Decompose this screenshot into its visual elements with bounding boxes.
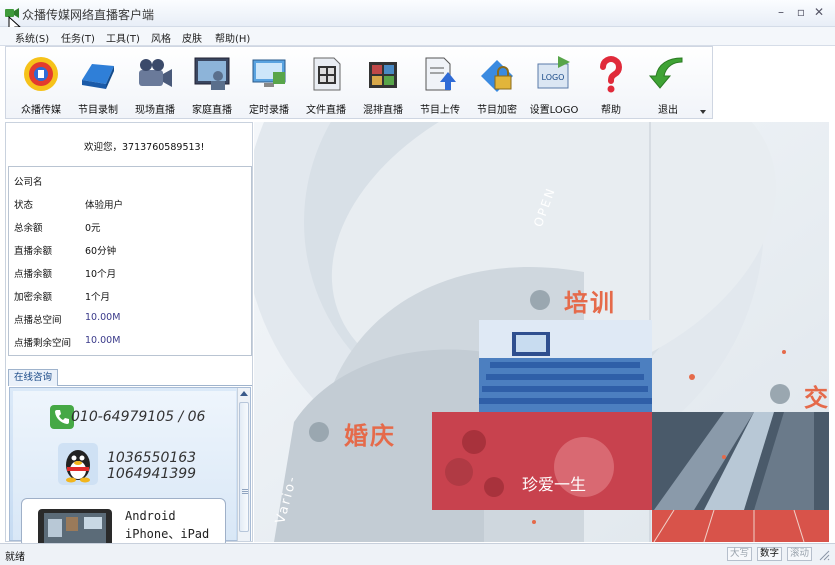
lock-icon [481,60,513,92]
consult-qq-1: 1036550163 [107,450,197,466]
toolbar-home-live-button[interactable]: 家庭直播 [183,47,241,119]
toolbar-label: 节目加密 [477,105,517,116]
resize-grip-icon[interactable] [818,549,830,561]
consult-qq-2: 1064941399 [107,466,197,482]
device-android-text: Android [125,509,176,523]
info-value-vod-balance: 10个月 [85,269,117,280]
logo-setting-icon: LOGO [537,56,570,89]
info-value-vod-total-space: 10.00M [85,312,121,323]
maximize-button[interactable]: ▫ [793,5,809,19]
main-toolbar: 众播传媒 节目录制 现场直播 家庭直播 定时录播 文件直播 混排直播 节目上传 … [5,46,713,119]
consult-scrollbar[interactable] [237,388,250,541]
status-num: 数字 [757,547,783,561]
device-ios-text: iPhone、iPad [125,527,210,541]
toolbar-label: 众播传媒 [21,105,61,116]
broadcast-logo-icon [24,57,58,91]
toolbar-help-button[interactable]: 帮助 [582,47,640,119]
status-text: 就绪 [5,552,25,563]
close-button[interactable]: ✕ [811,5,827,19]
toolbar-label: 定时录播 [249,105,289,116]
toolbar-label: 文件直播 [306,105,346,116]
promo-banner: 珍爱一生 培训 婚庆 交 OPEN Vario- [254,122,829,542]
menu-help[interactable]: 帮助(H) [215,30,250,45]
toolbar-label: 设置LOGO [529,105,579,116]
toolbar-live-button[interactable]: 现场直播 [126,47,184,119]
title-bar: 众播传媒网络直播客户端 – ▫ ✕ [0,0,835,27]
menu-bar: 系统(S) 任务(T) 工具(T) 风格 皮肤 帮助(H) [0,27,835,46]
toolbar-record-button[interactable]: 节目录制 [69,47,127,119]
status-bar: 就绪 大写 数字 滚动 [0,543,835,565]
camera-lens-graphic: 珍爱一生 [254,122,829,542]
info-label-vod-total-space: 点播总空间 [14,315,62,326]
toolbar-upload-button[interactable]: 节目上传 [411,47,469,119]
consult-phone: 010-64979105 / 06 [71,409,206,425]
menu-system[interactable]: 系统(S) [15,30,49,45]
info-label-vod-balance: 点播余额 [14,269,53,280]
window-title: 众播传媒网络直播客户端 [22,8,155,22]
minimize-button[interactable]: – [773,5,789,19]
toolbar-label: 混排直播 [363,105,403,116]
scroll-up-icon[interactable] [240,391,248,396]
toolbar-label: 帮助 [601,105,621,116]
toolbar-file-live-button[interactable]: 文件直播 [297,47,355,119]
toolbar-logo-button[interactable]: LOGO 设置LOGO [525,47,583,119]
exit-arrow-icon [648,57,683,89]
banner-dot [770,384,790,404]
info-label-total-balance: 总余额 [14,223,43,234]
toolbar-label: 退出 [658,105,678,116]
info-value-vod-free-space: 10.00M [85,335,121,346]
toolbar-label: 家庭直播 [192,105,232,116]
tab-online-consult[interactable]: 在线咨询 [8,369,58,386]
info-value-encrypt-balance: 1个月 [85,292,111,303]
info-label-company: 公司名 [14,177,43,188]
svg-text:珍爱一生: 珍爱一生 [522,475,586,494]
menu-task[interactable]: 任务(T) [61,30,95,45]
scheduled-record-icon [252,59,286,87]
qq-penguin-icon [58,443,98,485]
status-scroll: 滚动 [787,547,813,561]
consult-tabstrip: 在线咨询 [8,369,252,386]
svg-text:LOGO: LOGO [542,73,565,82]
upload-icon [425,57,456,91]
info-value-status: 体验用户 [85,200,124,211]
mixed-film-icon [369,62,397,88]
info-value-live-balance: 60分钟 [85,246,117,257]
info-value-total-balance: 0元 [85,223,101,234]
video-camera-icon [139,59,172,87]
toolbar-exit-button[interactable]: 退出 [639,47,697,119]
toolbar-scheduled-button[interactable]: 定时录播 [240,47,298,119]
info-label-vod-free-space: 点播剩余空间 [14,338,72,349]
info-label-encrypt-balance: 加密余额 [14,292,53,303]
banner-label-training: 培训 [564,289,616,317]
menu-tools[interactable]: 工具(T) [106,30,140,45]
info-label-live-balance: 直播余额 [14,246,53,257]
status-caps: 大写 [727,547,753,561]
question-icon [600,56,622,93]
banner-dot [530,290,550,310]
account-info-box [8,166,252,356]
toolbar-label: 节目上传 [420,105,460,116]
home-presenter-icon [194,57,230,90]
banner-label-traffic: 交 [804,384,829,412]
scroll-thumb[interactable] [239,402,249,532]
banner-label-wedding: 婚庆 [344,422,396,450]
scroll-grip-icon [242,489,248,490]
toolbar-encrypt-button[interactable]: 节目加密 [468,47,526,119]
info-label-status: 状态 [14,200,34,211]
toolbar-label: 节目录制 [78,105,118,116]
toolbar-mixed-live-button[interactable]: 混排直播 [354,47,412,119]
menu-style[interactable]: 风格 [151,30,171,45]
toolbar-overflow-icon[interactable] [700,110,706,114]
menu-skin[interactable]: 皮肤 [182,30,202,45]
banner-dot [309,422,329,442]
welcome-text: 欢迎您，3713760589513! [84,142,205,153]
film-file-icon [313,57,341,91]
toolbar-label: 现场直播 [135,105,175,116]
hard-drive-icon [82,64,114,89]
toolbar-broadcast-button[interactable]: 众播传媒 [12,47,70,119]
